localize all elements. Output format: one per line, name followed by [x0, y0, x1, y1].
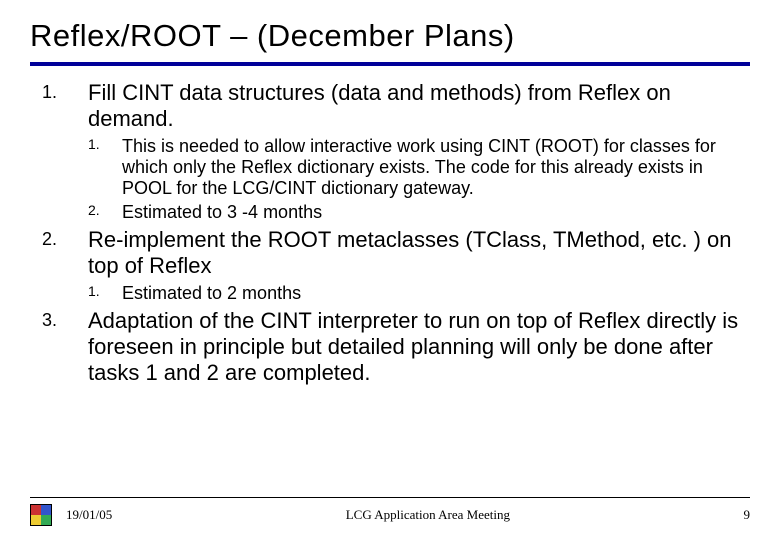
slide-body: Fill CINT data structures (data and meth… — [30, 80, 750, 386]
sub-item: Estimated to 3 -4 months — [88, 202, 742, 223]
outline-item: Fill CINT data structures (data and meth… — [34, 80, 742, 223]
sub-list: This is needed to allow interactive work… — [88, 136, 742, 223]
sub-item: Estimated to 2 months — [88, 283, 742, 304]
slide-title: Reflex/ROOT – (December Plans) — [30, 18, 750, 54]
outline-item: Adaptation of the CINT interpreter to ru… — [34, 308, 742, 386]
footer-title: LCG Application Area Meeting — [112, 507, 743, 523]
sub-item: This is needed to allow interactive work… — [88, 136, 742, 200]
slide: Reflex/ROOT – (December Plans) Fill CINT… — [0, 0, 780, 540]
footer-rule — [30, 497, 750, 498]
page-number: 9 — [744, 507, 751, 523]
footer-date: 19/01/05 — [66, 507, 112, 523]
title-rule — [30, 62, 750, 66]
outline-text: Adaptation of the CINT interpreter to ru… — [88, 308, 742, 386]
outline-list: Fill CINT data structures (data and meth… — [34, 80, 742, 386]
outline-text: Fill CINT data structures (data and meth… — [88, 80, 742, 132]
slide-footer: 19/01/05 LCG Application Area Meeting 9 — [0, 497, 780, 526]
lcg-logo-icon — [30, 504, 52, 526]
sub-list: Estimated to 2 months — [88, 283, 742, 304]
outline-item: Re-implement the ROOT metaclasses (TClas… — [34, 227, 742, 304]
footer-row: 19/01/05 LCG Application Area Meeting 9 — [30, 504, 750, 526]
outline-text: Re-implement the ROOT metaclasses (TClas… — [88, 227, 742, 279]
